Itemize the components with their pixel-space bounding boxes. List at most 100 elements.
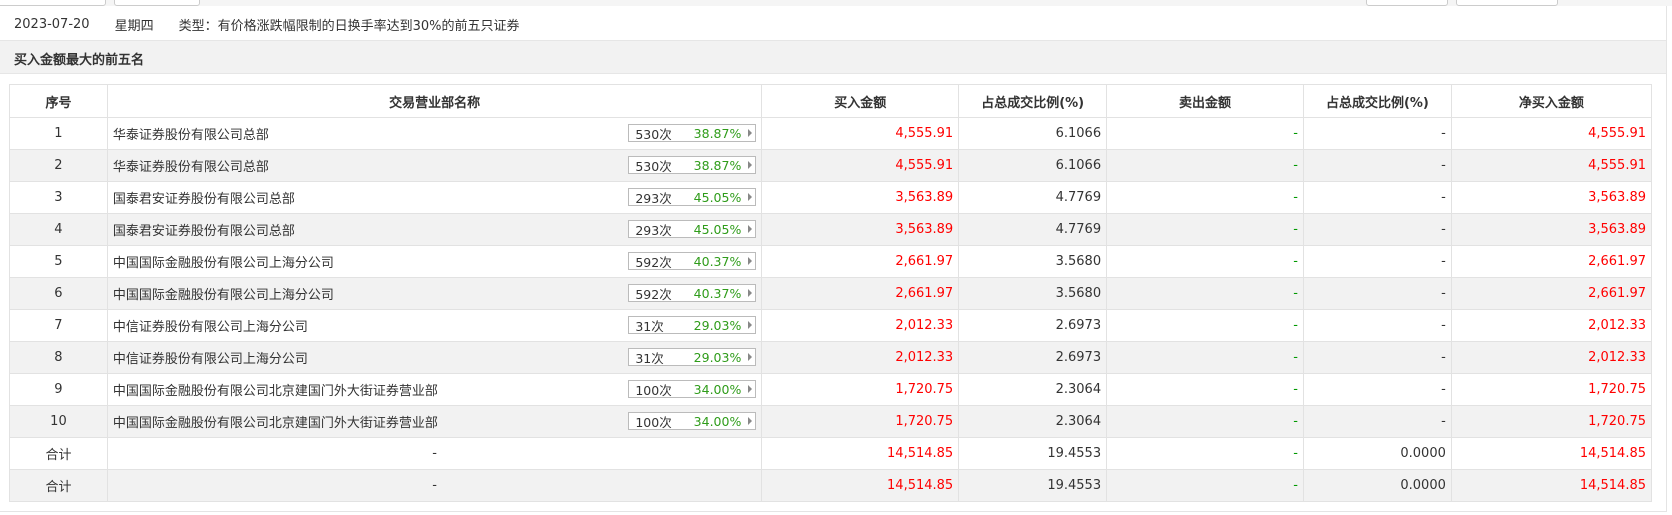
column-header: 卖出金额 (1106, 84, 1304, 118)
table-total-row: 合计 -14,514.85 19.4553-0.0000 14,514.85 (9, 469, 1653, 502)
total-buy-ratio: 19.4553 (958, 437, 1108, 470)
sell-amount: - (1106, 341, 1304, 374)
net-buy-amount: 3,563.89 (1450, 213, 1653, 246)
buy-ratio: 4.7769 (958, 181, 1108, 214)
dept-history-button[interactable]: 530次 38.87% (628, 156, 757, 174)
triangle-right-icon (748, 225, 753, 233)
dept-history-button[interactable]: 31次 29.03% (628, 348, 757, 366)
dept-cell: 国泰君安证券股份有限公司总部 293次 45.05% (106, 213, 763, 246)
success-rate: 29.03% (693, 349, 742, 365)
row-index: 3 (9, 181, 108, 214)
dept-history-button[interactable]: 31次 29.03% (628, 316, 757, 334)
row-index: 10 (9, 405, 108, 438)
table-row[interactable]: 3 国泰君安证券股份有限公司总部 293次 45.05% 3,563.89 4.7769-… (9, 181, 1653, 214)
dept-history-button[interactable]: 100次 34.00% (628, 380, 757, 398)
sell-amount: - (1106, 405, 1304, 438)
total-name: - (106, 469, 763, 502)
info-bar: 2023-07-20 星期四 类型： 有价格涨跌幅限制的日换手率达到30%的前五… (14, 15, 520, 34)
net-buy-amount: 4,555.91 (1450, 117, 1653, 150)
appear-times: 530次 (635, 126, 672, 142)
dept-name-link[interactable]: 中信证券股份有限公司上海分公司 (113, 316, 308, 335)
dept-name-link[interactable]: 国泰君安证券股份有限公司总部 (113, 220, 295, 239)
sell-ratio: - (1302, 181, 1452, 214)
buy-ratio: 2.6973 (958, 309, 1108, 342)
section-title: 买入金额最大的前五名 (14, 53, 145, 68)
triangle-right-icon (748, 257, 753, 265)
row-index: 7 (9, 309, 108, 342)
dept-name-link[interactable]: 中国国际金融股份有限公司北京建国门外大街证券营业部 (113, 380, 438, 399)
table-row[interactable]: 5 中国国际金融股份有限公司上海分公司 592次 40.37% 2,661.97 3.56… (9, 245, 1653, 278)
sell-ratio: - (1302, 213, 1452, 246)
dept-cell: 中国国际金融股份有限公司上海分公司 592次 40.37% (106, 245, 763, 278)
dept-history-button[interactable]: 100次 34.00% (628, 412, 757, 430)
sell-ratio: - (1302, 245, 1452, 278)
dept-name-link[interactable]: 中国国际金融股份有限公司北京建国门外大街证券营业部 (113, 412, 438, 431)
buy-ratio: 2.6973 (958, 341, 1108, 374)
buy-amount: 2,012.33 (761, 309, 960, 342)
total-label: 合计 (9, 469, 108, 502)
net-buy-amount: 2,661.97 (1450, 277, 1653, 310)
row-index: 4 (9, 213, 108, 246)
dept-name-link[interactable]: 中信证券股份有限公司上海分公司 (113, 348, 308, 367)
buy-ratio: 3.5680 (958, 245, 1108, 278)
table-row[interactable]: 8 中信证券股份有限公司上海分公司 31次 29.03% 2,012.33 2.6973-… (9, 341, 1653, 374)
success-rate: 34.00% (693, 381, 742, 397)
dept-history-button[interactable]: 530次 38.87% (628, 124, 757, 142)
dept-name-link[interactable]: 国泰君安证券股份有限公司总部 (113, 188, 295, 207)
table-row[interactable]: 7 中信证券股份有限公司上海分公司 31次 29.03% 2,012.33 2.6973 -… (9, 309, 1653, 342)
dept-history-button[interactable]: 293次 45.05% (628, 220, 757, 238)
total-sell-ratio: 0.0000 (1302, 469, 1452, 502)
column-header: 净买入金额 (1450, 84, 1653, 118)
sell-amount: - (1106, 245, 1304, 278)
column-header: 占总成交比例(%) (1302, 84, 1452, 118)
total-buy-amount: 14,514.85 (761, 469, 960, 502)
top-buyers-table: 序号 交易营业部名称 买入金额 占总成交比例(%) 卖出金额 占总成交比例(%)… (9, 84, 1653, 502)
triangle-right-icon (748, 353, 753, 361)
triangle-right-icon (748, 417, 753, 425)
triangle-right-icon (748, 321, 753, 329)
dept-cell: 中国国际金融股份有限公司上海分公司 592次 40.37% (106, 277, 763, 310)
dept-history-button[interactable]: 592次 40.37% (628, 284, 757, 302)
appear-times: 31次 (635, 350, 664, 366)
appear-times: 31次 (635, 318, 664, 334)
table-row[interactable]: 9 中国国际金融股份有限公司北京建国门外大街证券营业部 100次 34.00% 1,72… (9, 373, 1653, 406)
dept-name-link[interactable]: 中国国际金融股份有限公司上海分公司 (113, 252, 334, 271)
triangle-right-icon (748, 193, 753, 201)
appear-times: 592次 (635, 254, 672, 270)
dept-cell: 中国国际金融股份有限公司北京建国门外大街证券营业部 100次 34.00% (106, 405, 763, 438)
dept-name-link[interactable]: 华泰证券股份有限公司总部 (113, 124, 269, 143)
net-buy-amount: 1,720.75 (1450, 405, 1653, 438)
row-index: 6 (9, 277, 108, 310)
column-header: 序号 (9, 84, 108, 118)
type-label: 类型： (178, 18, 218, 34)
table-row[interactable]: 2 华泰证券股份有限公司总部 530次 38.87% 4,555.91 6.1066- -4… (9, 149, 1653, 182)
success-rate: 40.37% (693, 285, 742, 301)
table-row[interactable]: 1 华泰证券股份有限公司总部 530次 38.87% 4,555.91 6.1066- -4… (9, 117, 1653, 150)
appear-times: 100次 (635, 414, 672, 430)
table-header-row: 序号 交易营业部名称 买入金额 占总成交比例(%) 卖出金额 占总成交比例(%)… (9, 84, 1653, 118)
dept-name-link[interactable]: 华泰证券股份有限公司总部 (113, 156, 269, 175)
buy-ratio: 3.5680 (958, 277, 1108, 310)
top-buyers-table-wrap: 序号 交易营业部名称 买入金额 占总成交比例(%) 卖出金额 占总成交比例(%)… (9, 84, 1653, 502)
sell-ratio: - (1302, 309, 1452, 342)
net-buy-amount: 2,661.97 (1450, 245, 1653, 278)
buy-amount: 2,012.33 (761, 341, 960, 374)
dept-history-button[interactable]: 592次 40.37% (628, 252, 757, 270)
dept-name-link[interactable]: 中国国际金融股份有限公司上海分公司 (113, 284, 334, 303)
buy-amount: 2,661.97 (761, 245, 960, 278)
appear-times: 293次 (635, 222, 672, 238)
success-rate: 38.87% (693, 125, 742, 141)
net-buy-amount: 4,555.91 (1450, 149, 1653, 182)
success-rate: 29.03% (693, 317, 742, 333)
section-header: 买入金额最大的前五名 (0, 40, 1666, 74)
dept-history-button[interactable]: 293次 45.05% (628, 188, 757, 206)
appear-times: 530次 (635, 158, 672, 174)
table-row[interactable]: 10 中国国际金融股份有限公司北京建国门外大街证券营业部 100次 34.00% 1,7… (9, 405, 1653, 438)
sell-amount: - (1106, 277, 1304, 310)
table-row[interactable]: 4 国泰君安证券股份有限公司总部 293次 45.05% 3,563.89 4.7769-… (9, 213, 1653, 246)
table-total-row: 合计 -14,514.85 19.4553-0.0000 14,514.85 (9, 437, 1653, 470)
table-row[interactable]: 6 中国国际金融股份有限公司上海分公司 592次 40.37% 2,661.97 3.56… (9, 277, 1653, 310)
dept-cell: 中国国际金融股份有限公司北京建国门外大街证券营业部 100次 34.00% (106, 373, 763, 406)
sell-amount: - (1106, 117, 1304, 150)
buy-amount: 2,661.97 (761, 277, 960, 310)
